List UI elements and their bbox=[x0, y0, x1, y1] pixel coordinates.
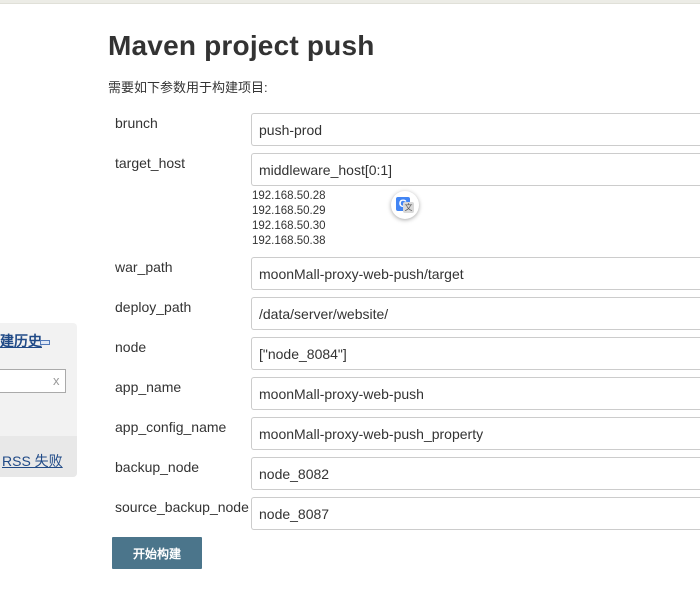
app-config-name-input[interactable] bbox=[251, 417, 700, 450]
target-host-hint-item: 192.168.50.28 bbox=[252, 190, 326, 202]
target-host-hint-item: 192.168.50.30 bbox=[252, 220, 326, 232]
page-title: Maven project push bbox=[108, 30, 375, 61]
start-build-button[interactable]: 开始构建 bbox=[112, 537, 202, 569]
rss-failed-link[interactable]: RSS 失败 bbox=[2, 451, 63, 471]
param-label-backup-node: backup_node bbox=[115, 459, 200, 475]
translate-lang-glyph: 文 bbox=[403, 202, 414, 213]
param-label-app-name: app_name bbox=[115, 379, 182, 395]
brunch-input[interactable] bbox=[251, 113, 700, 146]
page-description: 需要如下参数用于构建项目: bbox=[108, 80, 268, 95]
build-history-panel: 建历史 x RSS 失败 bbox=[0, 323, 77, 477]
backup-node-input[interactable] bbox=[251, 457, 700, 490]
target-host-hint-item: 192.168.50.29 bbox=[252, 205, 326, 217]
war-path-input[interactable] bbox=[251, 257, 700, 290]
param-label-app-config-name: app_config_name bbox=[115, 419, 227, 435]
clear-x-icon[interactable]: x bbox=[53, 374, 60, 388]
param-label-deploy-path: deploy_path bbox=[115, 299, 192, 315]
param-label-war-path: war_path bbox=[115, 259, 173, 275]
top-divider bbox=[0, 0, 700, 4]
param-label-target-host: target_host bbox=[115, 155, 186, 171]
param-label-brunch: brunch bbox=[115, 115, 158, 131]
deploy-path-input[interactable] bbox=[251, 297, 700, 330]
collapse-minus-icon[interactable] bbox=[40, 340, 50, 345]
app-name-input[interactable] bbox=[251, 377, 700, 410]
target-host-hint-item: 192.168.50.38 bbox=[252, 235, 326, 247]
build-history-link[interactable]: 建历史 bbox=[0, 331, 42, 351]
param-label-source-backup-node: source_backup_node bbox=[115, 499, 249, 515]
param-label-node: node bbox=[115, 339, 147, 355]
target-host-hint-list: 192.168.50.28 192.168.50.29 192.168.50.3… bbox=[252, 189, 326, 249]
google-translate-icon[interactable]: G 文 bbox=[391, 191, 419, 219]
node-input[interactable] bbox=[251, 337, 700, 370]
target-host-input[interactable] bbox=[251, 153, 700, 186]
source-backup-node-input[interactable] bbox=[251, 497, 700, 530]
